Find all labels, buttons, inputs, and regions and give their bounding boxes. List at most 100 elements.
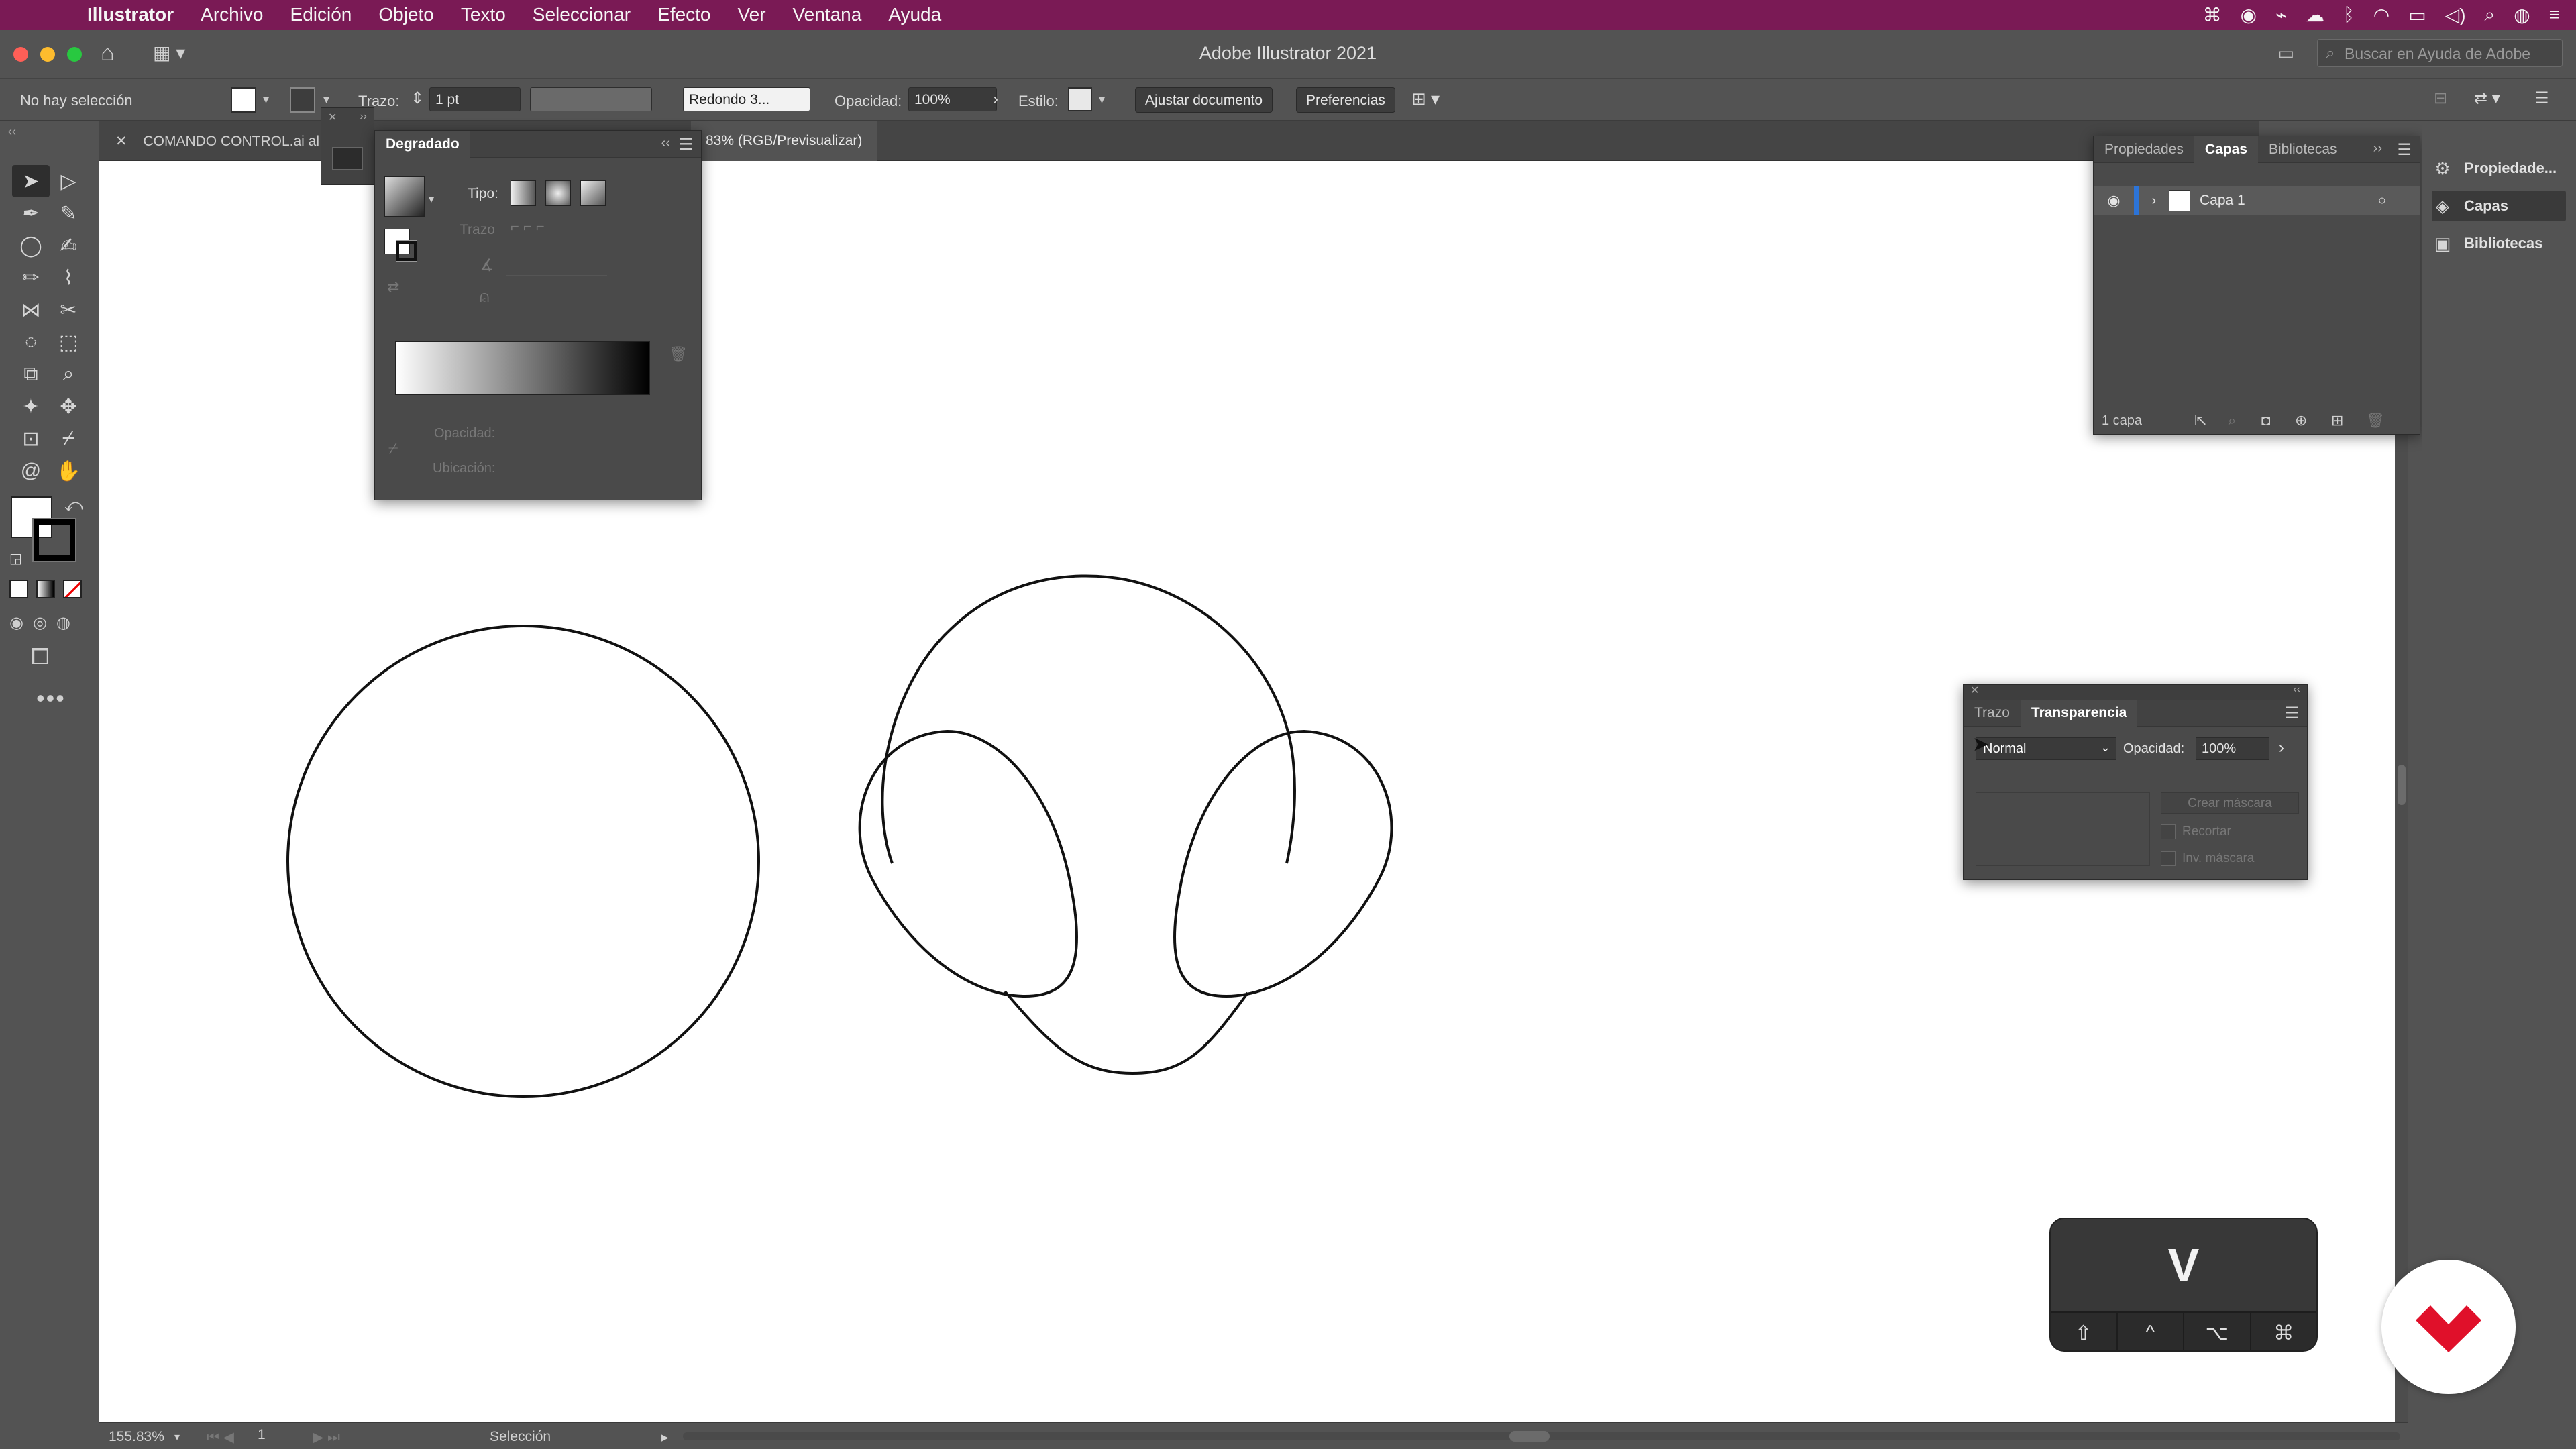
zoom-dropdown-icon[interactable]: ▾ bbox=[174, 1430, 180, 1444]
search-icon[interactable]: ⌕ bbox=[2485, 4, 2496, 26]
horizontal-scroll-thumb[interactable] bbox=[1509, 1431, 1550, 1442]
cloud-icon[interactable]: ☁ bbox=[2306, 4, 2324, 26]
menu-edicion[interactable]: Edición bbox=[277, 4, 366, 25]
none-mode-icon[interactable] bbox=[63, 580, 82, 598]
collapse-panel-icon[interactable]: ›› bbox=[2373, 141, 2382, 156]
stop-location-field[interactable] bbox=[506, 458, 607, 478]
gradient-mode-icon[interactable] bbox=[36, 580, 55, 598]
gradient-panel-title[interactable]: Degradado bbox=[375, 130, 470, 158]
menu-ventana[interactable]: Ventana bbox=[780, 4, 875, 25]
gradient-stroke-swatch[interactable] bbox=[396, 240, 417, 262]
document-tab-active[interactable]: 83% (RGB/Previsualizar) bbox=[691, 121, 877, 161]
swap-fill-stroke-icon[interactable]: ⤺ bbox=[64, 495, 83, 517]
transform-icon[interactable]: ⇄ ▾ bbox=[2474, 89, 2500, 108]
stroke-weight-field[interactable]: 1 pt bbox=[429, 87, 521, 111]
magic-wand-tool-icon[interactable]: ✦ bbox=[12, 390, 50, 423]
reverse-gradient-icon[interactable]: ⇄ bbox=[387, 278, 399, 296]
alien-head-shape[interactable] bbox=[858, 574, 1393, 1075]
make-clipping-mask-icon[interactable]: ◘ bbox=[2261, 412, 2270, 429]
artboard-number[interactable]: 1 bbox=[254, 1427, 311, 1444]
export-icon[interactable]: ⇱ bbox=[2194, 412, 2206, 429]
lasso-tool-icon[interactable]: ◌ bbox=[12, 326, 50, 358]
stroke-gradient-options-icon[interactable]: ⌐ ⌐ ⌐ bbox=[511, 218, 545, 235]
shaper-tool-icon[interactable]: ⌇ bbox=[50, 262, 87, 294]
next-artboard-icon[interactable]: ▶ ⏭ bbox=[313, 1429, 340, 1446]
radial-gradient-button[interactable] bbox=[545, 180, 571, 206]
locate-object-icon[interactable]: ⌕ bbox=[2228, 412, 2236, 429]
opacity-slider-icon[interactable]: › bbox=[2279, 739, 2284, 757]
twirl-tool-icon[interactable]: @ bbox=[12, 455, 50, 487]
eyedropper-icon[interactable]: ⌿ bbox=[388, 439, 398, 458]
new-layer-icon[interactable]: ⊞ bbox=[2331, 412, 2343, 429]
circle-shape[interactable] bbox=[286, 625, 760, 1098]
display-icon[interactable]: ▭ bbox=[2408, 4, 2426, 26]
expand-layer-icon[interactable]: › bbox=[2139, 193, 2169, 209]
free-transform-tool-icon[interactable]: ⬚ bbox=[50, 326, 87, 358]
stroke-swatch[interactable] bbox=[290, 87, 315, 113]
collapse-panel-icon[interactable]: ‹‹ bbox=[2293, 684, 2300, 696]
ellipse-tool-icon[interactable]: ◯ bbox=[12, 229, 50, 262]
shape-builder-tool-icon[interactable]: ⧉ bbox=[12, 358, 50, 390]
new-sublayer-icon[interactable]: ⊕ bbox=[2295, 412, 2307, 429]
paintbrush-tool-icon[interactable]: ✍ bbox=[50, 229, 87, 262]
menu-ver[interactable]: Ver bbox=[724, 4, 780, 25]
preferences-button[interactable]: Preferencias bbox=[1296, 87, 1395, 113]
opacity-label[interactable]: Opacidad: bbox=[835, 93, 902, 110]
control-center-icon[interactable]: ≡ bbox=[2549, 4, 2560, 25]
gradient-preset-dropdown-icon[interactable]: ▾ bbox=[429, 193, 434, 206]
zoom-tool-icon[interactable]: ⌕ bbox=[50, 358, 87, 390]
gradient-panel-icon[interactable] bbox=[332, 147, 363, 170]
curvature-tool-icon[interactable]: ✎ bbox=[50, 197, 87, 229]
color-mode-icon[interactable] bbox=[9, 580, 28, 598]
left-eye-shape[interactable] bbox=[858, 730, 1079, 998]
arrange-documents-icon[interactable]: ▭ bbox=[2277, 43, 2294, 64]
tab-layers[interactable]: Capas bbox=[2194, 136, 2258, 163]
dock-layers[interactable]: ◈ Capas bbox=[2432, 191, 2566, 221]
gradient-slider[interactable] bbox=[395, 341, 650, 395]
bluetooth-icon[interactable]: ᛒ bbox=[2343, 4, 2355, 25]
stroke-stepper-icon[interactable]: ⇕ bbox=[411, 89, 424, 108]
layer-row[interactable]: ◉ › Capa 1 ○ bbox=[2094, 186, 2420, 215]
fill-dropdown-icon[interactable]: ▾ bbox=[263, 93, 269, 107]
panel-menu-icon[interactable]: ☰ bbox=[2397, 140, 2412, 160]
fill-swatch[interactable] bbox=[231, 87, 256, 113]
dock-properties[interactable]: ⚙ Propiedade... bbox=[2432, 153, 2566, 184]
draw-behind-icon[interactable]: ◎ bbox=[33, 613, 47, 633]
stop-opacity-field[interactable] bbox=[506, 423, 607, 443]
panel-menu-icon[interactable]: ☰ bbox=[678, 135, 693, 154]
reflect-tool-icon[interactable]: ⋈ bbox=[12, 294, 50, 326]
dock-libraries[interactable]: ▣ Bibliotecas bbox=[2432, 228, 2566, 259]
help-search-field[interactable]: ⌕ Buscar en Ayuda de Adobe bbox=[2317, 39, 2563, 67]
delete-layer-icon[interactable]: 🗑 bbox=[2366, 412, 2385, 429]
make-mask-button[interactable]: Crear máscara bbox=[2161, 792, 2299, 814]
panel-menu-icon[interactable]: ☰ bbox=[2284, 704, 2299, 723]
align-options-icon[interactable]: ⊞ ▾ bbox=[1411, 89, 1440, 109]
arrange-icon[interactable]: ⊟ bbox=[2434, 89, 2447, 108]
scroll-thumb[interactable] bbox=[2398, 765, 2406, 805]
first-artboard-icon[interactable]: ⏮ ◀ bbox=[207, 1429, 234, 1446]
close-tab-icon[interactable]: ✕ bbox=[115, 133, 127, 149]
wifi-icon[interactable]: ◠ bbox=[2373, 4, 2390, 26]
menu-illustrator[interactable]: Illustrator bbox=[74, 4, 187, 25]
close-panel-icon[interactable]: ✕ bbox=[1970, 684, 1979, 697]
visibility-eye-icon[interactable]: ◉ bbox=[2094, 192, 2134, 209]
freeform-gradient-button[interactable] bbox=[580, 180, 606, 206]
linear-gradient-button[interactable] bbox=[511, 180, 536, 206]
close-dock-icon[interactable]: ✕ bbox=[328, 111, 337, 124]
menu-archivo[interactable]: Archivo bbox=[187, 4, 276, 25]
angle-field[interactable] bbox=[506, 254, 607, 276]
layer-name[interactable]: Capa 1 bbox=[2200, 193, 2245, 209]
selection-tool-icon[interactable]: ➤ bbox=[12, 165, 50, 197]
collapse-panel-icon[interactable]: ‹‹ bbox=[661, 136, 670, 151]
fit-document-button[interactable]: Ajustar documento bbox=[1135, 87, 1273, 113]
menu-efecto[interactable]: Efecto bbox=[644, 4, 724, 25]
status-menu-icon[interactable]: ▸ bbox=[661, 1429, 669, 1446]
tab-libraries[interactable]: Bibliotecas bbox=[2258, 136, 2348, 163]
draw-normal-icon[interactable]: ◉ bbox=[9, 613, 23, 633]
cast-icon[interactable]: ⌁ bbox=[2275, 4, 2287, 26]
stroke-dropdown-icon[interactable]: ▾ bbox=[323, 93, 329, 107]
gradient-preview-swatch[interactable] bbox=[384, 176, 425, 217]
variable-width-profile[interactable] bbox=[530, 87, 652, 111]
document-tab[interactable]: ✕ COMANDO CONTROL.ai al 1 bbox=[106, 121, 331, 161]
chin-outline[interactable] bbox=[1004, 990, 1249, 1075]
